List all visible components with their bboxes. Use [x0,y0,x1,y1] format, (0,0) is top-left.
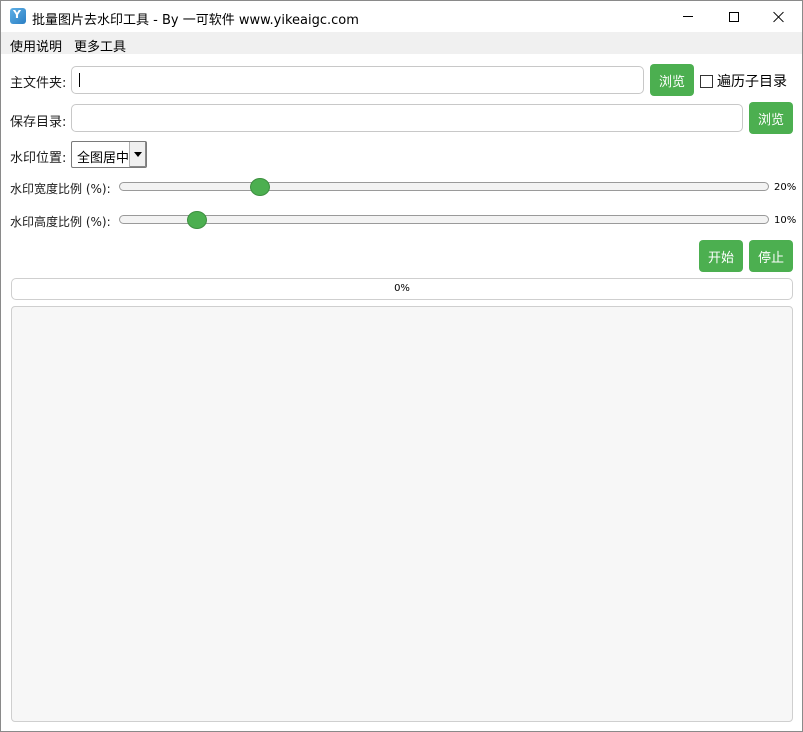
height-ratio-slider[interactable] [119,215,769,224]
source-folder-label: 主文件夹: [10,76,67,91]
chevron-down-icon [134,152,142,157]
source-browse-button[interactable]: 浏览 [650,64,694,96]
maximize-button[interactable] [711,1,757,32]
height-ratio-value: 10% [774,215,797,226]
width-ratio-value: 20% [774,182,797,193]
position-selected-value: 全图居中 [77,151,130,166]
start-button[interactable]: 开始 [699,240,743,272]
position-select[interactable]: 全图居中 [71,141,147,168]
recursive-label: 遍历子目录 [717,74,787,90]
log-output-area[interactable] [11,306,793,722]
recursive-checkbox[interactable]: 遍历子目录 [700,71,787,91]
select-dropdown-button[interactable] [129,142,146,167]
save-dir-label: 保存目录: [10,115,67,130]
close-icon [773,11,785,23]
menu-item-more-tools[interactable]: 更多工具 [74,36,126,55]
width-ratio-slider[interactable] [119,182,769,191]
minimize-button[interactable] [665,1,711,32]
progress-text: 0% [394,283,410,294]
title-bar[interactable]: 批量图片去水印工具 - By 一可软件 www.yikeaigc.com [1,1,802,32]
save-dir-input[interactable] [71,104,743,132]
width-ratio-slider-thumb[interactable] [250,178,270,196]
width-ratio-label: 水印宽度比例 (%): [10,182,111,196]
source-folder-input[interactable] [71,66,644,94]
checkbox-icon[interactable] [700,74,713,88]
menu-item-instructions[interactable]: 使用说明 [10,36,62,55]
window-title: 批量图片去水印工具 - By 一可软件 www.yikeaigc.com [32,13,359,28]
close-button[interactable] [756,1,802,32]
app-window: 批量图片去水印工具 - By 一可软件 www.yikeaigc.com 使用说… [0,0,803,732]
save-browse-button[interactable]: 浏览 [749,102,793,134]
height-ratio-label: 水印高度比例 (%): [10,215,111,229]
progress-bar: 0% [11,278,793,300]
text-caret [79,72,80,87]
menu-bar: 使用说明 更多工具 [1,32,802,55]
stop-button[interactable]: 停止 [749,240,793,272]
maximize-icon [729,11,739,22]
minimize-icon [683,16,693,17]
position-label: 水印位置: [10,151,67,166]
height-ratio-slider-thumb[interactable] [187,211,207,229]
app-logo-icon [10,8,26,24]
